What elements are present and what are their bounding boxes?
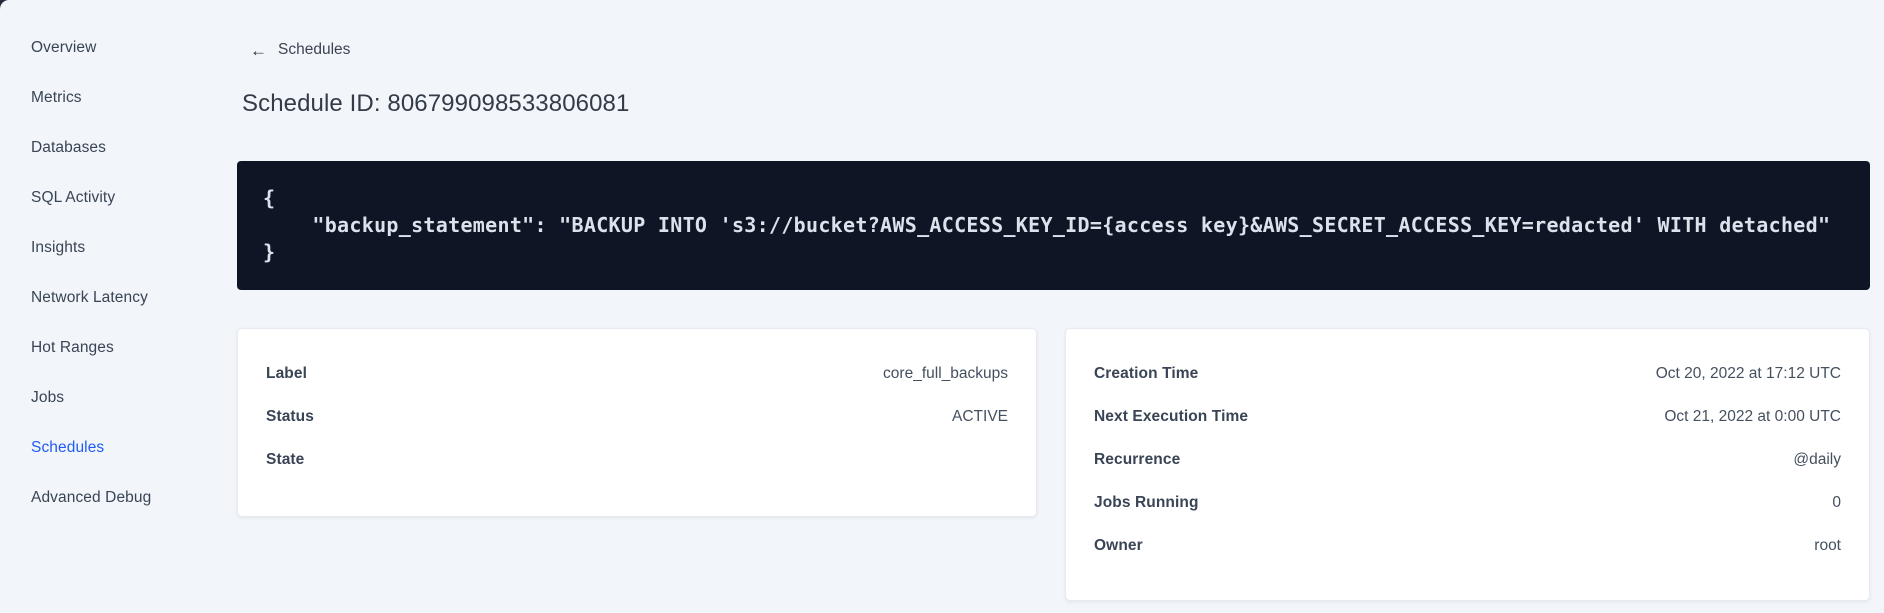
code-line: { bbox=[263, 185, 276, 210]
page-title: Schedule ID: 806799098533806081 bbox=[242, 89, 630, 117]
schedule-details-card: Label core_full_backups Status ACTIVE St… bbox=[237, 327, 1037, 517]
row-value: core_full_backups bbox=[883, 365, 1008, 382]
row-value: Oct 21, 2022 at 0:00 UTC bbox=[1664, 408, 1841, 425]
row-value: @daily bbox=[1793, 451, 1841, 468]
row-label: State bbox=[266, 451, 305, 468]
main-content: ← Schedules Schedule ID: 806799098533806… bbox=[237, 0, 1870, 601]
sidebar-item-insights[interactable]: Insights bbox=[31, 223, 237, 273]
sidebar-item-advanced-debug[interactable]: Advanced Debug bbox=[31, 473, 237, 523]
sidebar-item-hot-ranges[interactable]: Hot Ranges bbox=[31, 323, 237, 373]
back-link-label: Schedules bbox=[278, 41, 351, 58]
detail-row-recurrence: Recurrence @daily bbox=[1094, 439, 1841, 482]
detail-row-status: Status ACTIVE bbox=[266, 396, 1008, 439]
row-value: Oct 20, 2022 at 17:12 UTC bbox=[1655, 365, 1841, 382]
app-window: Overview Metrics Databases SQL Activity … bbox=[0, 0, 1884, 613]
row-label: Creation Time bbox=[1094, 365, 1199, 382]
page-background: Overview Metrics Databases SQL Activity … bbox=[0, 0, 1884, 613]
row-value: 0 bbox=[1832, 494, 1841, 511]
detail-row-owner: Owner root bbox=[1094, 525, 1841, 568]
detail-row-creation-time: Creation Time Oct 20, 2022 at 17:12 UTC bbox=[1094, 353, 1841, 396]
row-label: Label bbox=[266, 365, 307, 382]
code-line: "backup_statement": "BACKUP INTO 's3://b… bbox=[263, 212, 1831, 237]
detail-cards: Label core_full_backups Status ACTIVE St… bbox=[237, 327, 1870, 601]
row-value: ACTIVE bbox=[952, 408, 1008, 425]
sidebar-item-sql-activity[interactable]: SQL Activity bbox=[31, 173, 237, 223]
sidebar-item-jobs[interactable]: Jobs bbox=[31, 373, 237, 423]
row-label: Jobs Running bbox=[1094, 494, 1199, 511]
sidebar-item-overview[interactable]: Overview bbox=[31, 23, 237, 73]
backup-statement-code-block: { "backup_statement": "BACKUP INTO 's3:/… bbox=[237, 160, 1870, 290]
detail-row-state: State bbox=[266, 439, 1008, 482]
row-label: Recurrence bbox=[1094, 451, 1181, 468]
sidebar-item-schedules[interactable]: Schedules bbox=[31, 423, 237, 473]
sidebar-item-network-latency[interactable]: Network Latency bbox=[31, 273, 237, 323]
sidebar-item-databases[interactable]: Databases bbox=[31, 123, 237, 173]
row-label: Status bbox=[266, 408, 314, 425]
row-value: root bbox=[1814, 537, 1841, 554]
detail-row-next-execution-time: Next Execution Time Oct 21, 2022 at 0:00… bbox=[1094, 396, 1841, 439]
schedule-timing-card: Creation Time Oct 20, 2022 at 17:12 UTC … bbox=[1065, 327, 1870, 601]
row-label: Owner bbox=[1094, 537, 1143, 554]
sidebar-nav: Overview Metrics Databases SQL Activity … bbox=[0, 0, 237, 613]
detail-row-jobs-running: Jobs Running 0 bbox=[1094, 482, 1841, 525]
code-line: } bbox=[263, 239, 276, 264]
back-arrow-icon: ← bbox=[250, 40, 267, 60]
back-to-schedules-link[interactable]: ← Schedules bbox=[250, 41, 350, 59]
row-label: Next Execution Time bbox=[1094, 408, 1249, 425]
detail-row-label: Label core_full_backups bbox=[266, 353, 1008, 396]
sidebar-item-metrics[interactable]: Metrics bbox=[31, 73, 237, 123]
